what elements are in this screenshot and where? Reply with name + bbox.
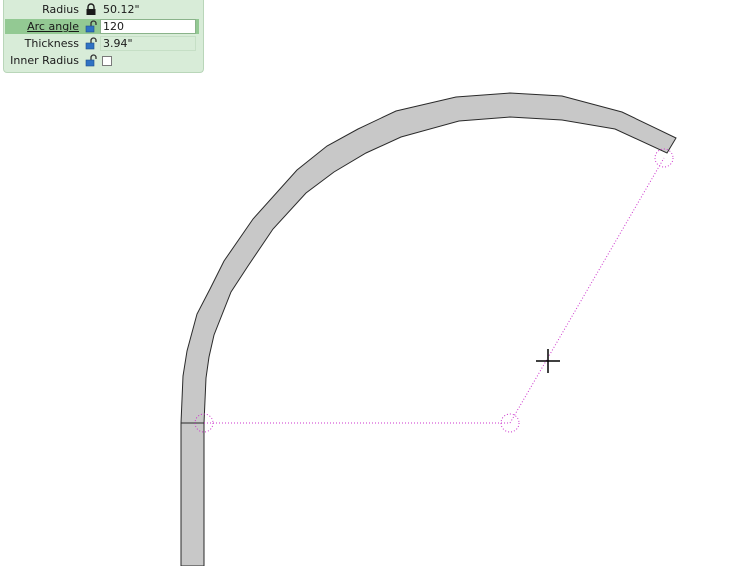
properties-panel: Radius 50.12" Arc angle Thickness 3.94" … [3, 0, 204, 73]
inner-radius-checkbox[interactable] [102, 56, 112, 66]
thickness-row: Thickness 3.94" [5, 36, 199, 51]
unlocked-padlock-icon[interactable] [85, 37, 97, 50]
arc-angle-row: Arc angle [5, 19, 199, 34]
arc-angle-label: Arc angle [27, 20, 79, 33]
radius-row: Radius 50.12" [5, 2, 199, 17]
thickness-label: Thickness [24, 37, 79, 50]
crosshair-cursor-icon [536, 349, 560, 373]
drawing-canvas[interactable] [0, 0, 750, 566]
thickness-value[interactable]: 3.94" [100, 36, 196, 51]
straight-wall[interactable] [180, 422, 205, 566]
inner-radius-label: Inner Radius [10, 54, 79, 67]
radius-guide-end [509, 157, 665, 424]
inner-radius-row: Inner Radius [5, 53, 199, 68]
locked-padlock-icon[interactable] [85, 3, 97, 16]
unlocked-padlock-icon[interactable] [85, 20, 97, 33]
radius-value: 50.12" [103, 3, 140, 16]
curved-wall[interactable] [180, 92, 677, 424]
radius-label: Radius [42, 3, 79, 16]
unlocked-padlock-icon[interactable] [85, 54, 97, 67]
arc-angle-input[interactable] [100, 19, 196, 34]
